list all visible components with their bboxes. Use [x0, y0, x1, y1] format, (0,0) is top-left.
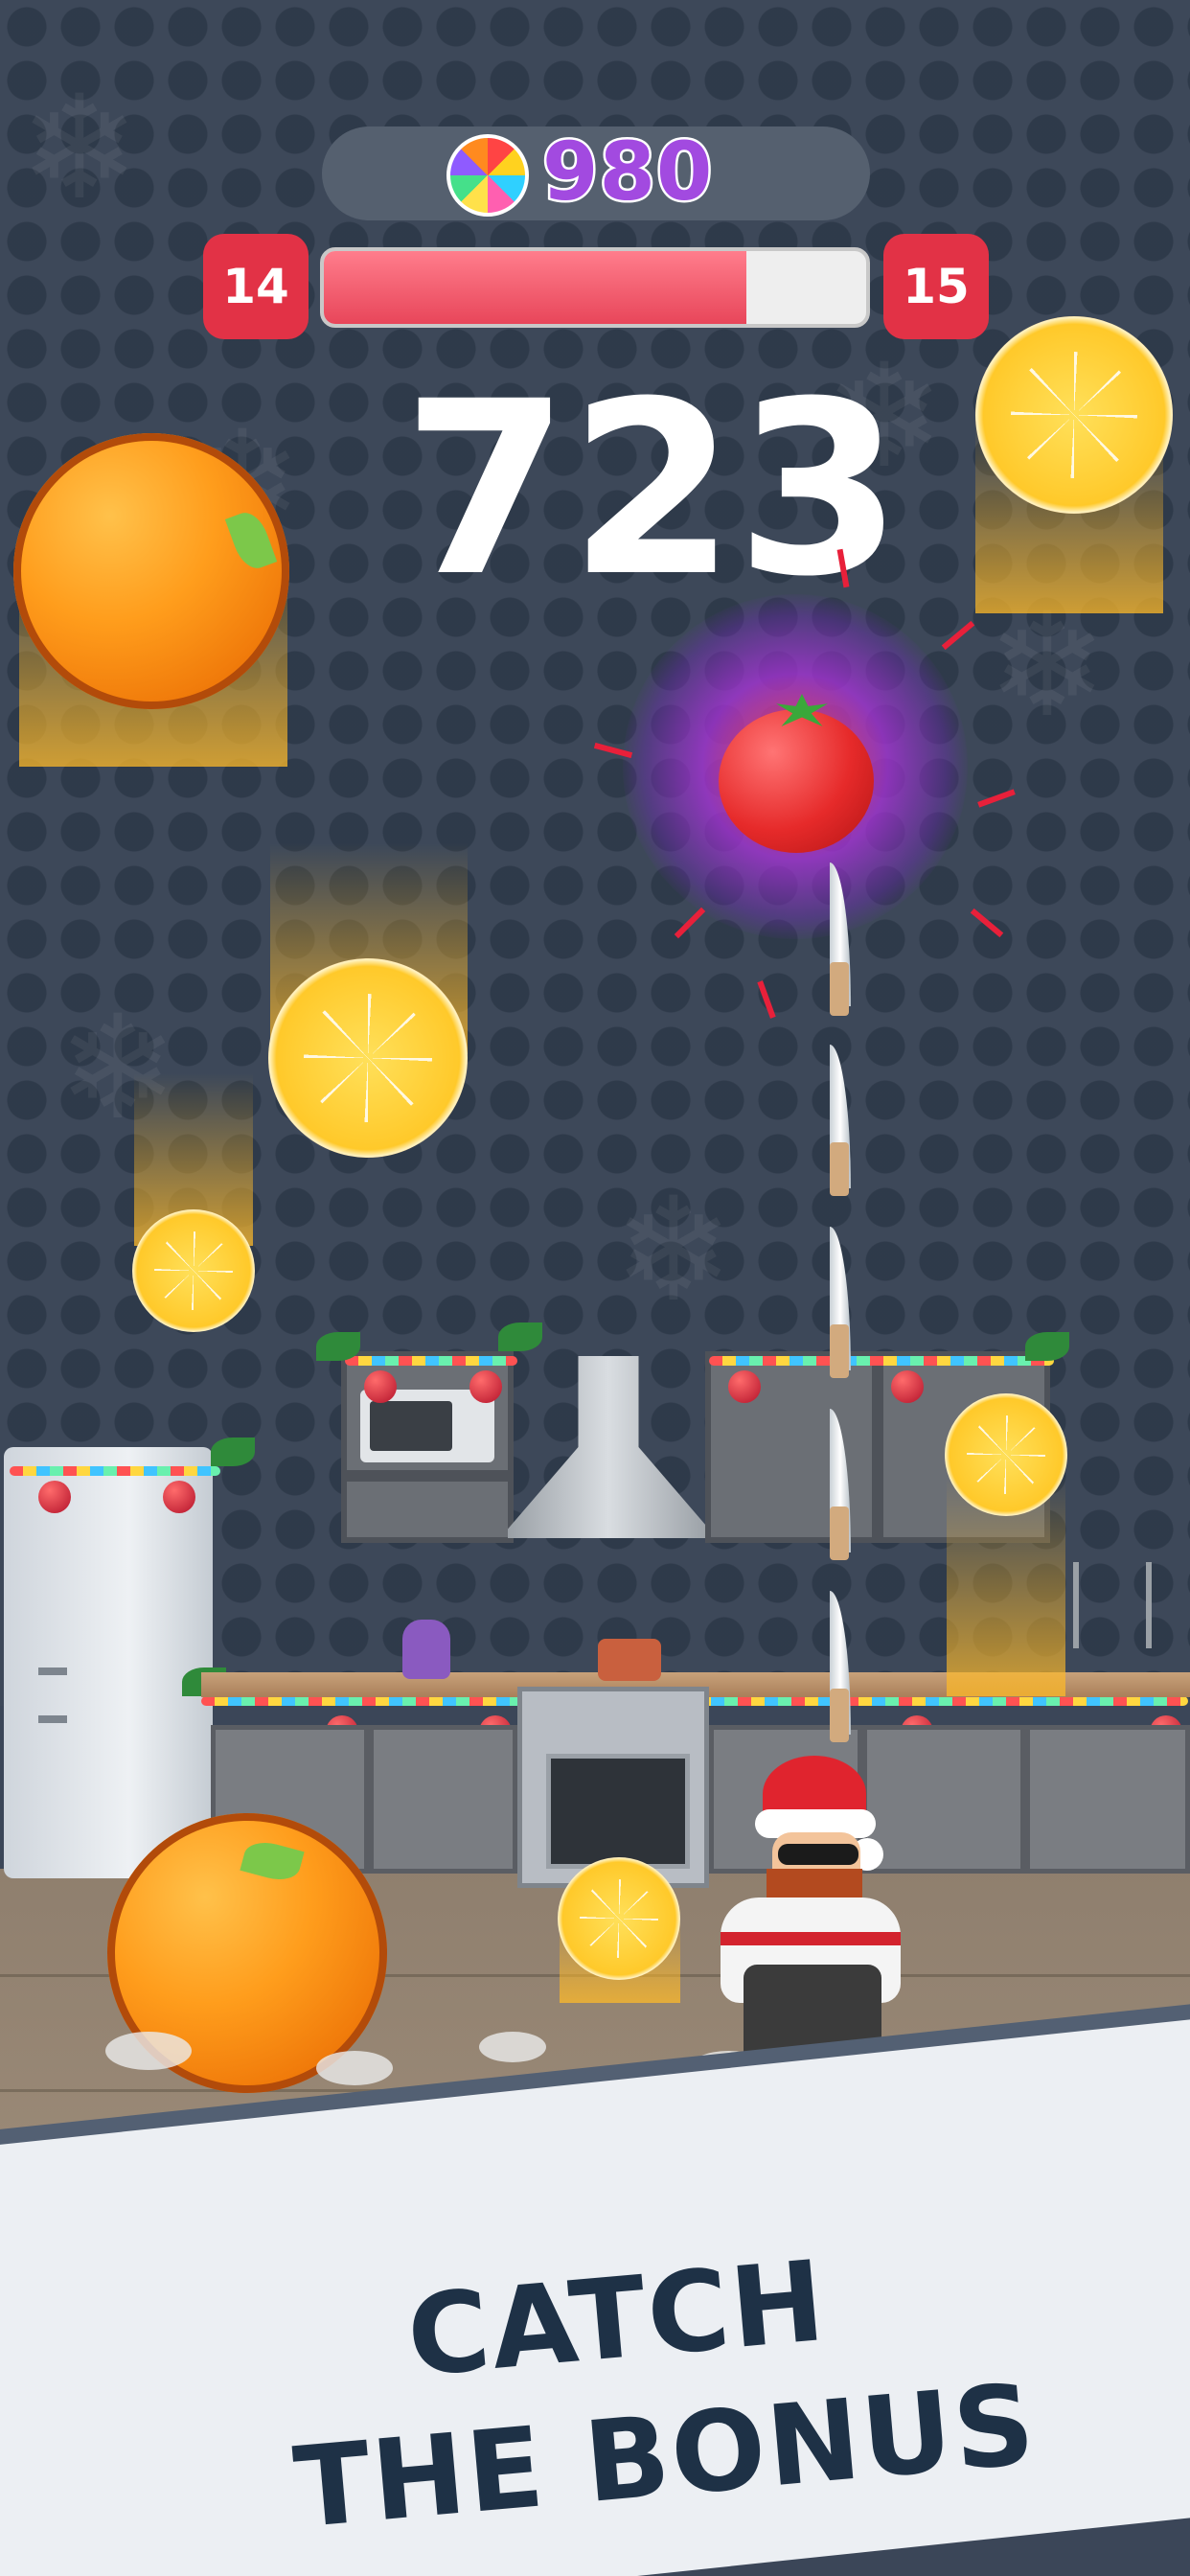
next-level-badge: 15: [883, 234, 989, 339]
ornament-ball: [469, 1370, 502, 1403]
ornament-ball: [728, 1370, 761, 1403]
cooking-pot: [598, 1639, 661, 1681]
base-cabinet: [1025, 1725, 1190, 1874]
ornament-ball: [163, 1481, 195, 1513]
holly-decoration: [316, 1332, 360, 1361]
game-screen[interactable]: ❄ ❄ ❄ ❄ ❄ ❄ 980 14 15: [0, 0, 1190, 2576]
sliced-orange[interactable]: [975, 316, 1173, 514]
level-progress-fill: [324, 251, 747, 324]
sliced-orange[interactable]: [268, 958, 468, 1158]
score-counter: 723: [402, 350, 903, 629]
holly-decoration: [211, 1438, 255, 1466]
kettle: [402, 1620, 450, 1679]
microwave-window: [370, 1401, 452, 1451]
candy-coin-icon: [446, 134, 529, 217]
christmas-lights: [10, 1466, 220, 1476]
utensil-rack: [1073, 1562, 1152, 1648]
snowflake-decoration: ❄: [613, 1167, 734, 1334]
wall-cabinet: [341, 1476, 514, 1543]
christmas-lights: [709, 1356, 1054, 1366]
thrown-knife-handle: [830, 962, 849, 1016]
thrown-knife-handle: [830, 1506, 849, 1560]
base-cabinet: [369, 1725, 517, 1874]
holly-decoration: [1025, 1332, 1069, 1361]
orange-slice[interactable]: [945, 1393, 1067, 1516]
fridge-handle: [38, 1668, 67, 1675]
christmas-lights: [345, 1356, 517, 1366]
holly-decoration: [498, 1322, 542, 1351]
shirt-stripe: [721, 1932, 901, 1945]
coin-count: 980: [539, 123, 714, 221]
bonus-tomato[interactable]: [719, 709, 874, 853]
snowflake-decoration: ❄: [987, 583, 1108, 749]
current-level-badge: 14: [203, 234, 309, 339]
oven-door: [546, 1754, 690, 1869]
thrown-knife-handle: [830, 1689, 849, 1742]
ornament-ball: [891, 1370, 924, 1403]
thrown-knife-handle: [830, 1324, 849, 1378]
flour-dust: [316, 2051, 393, 2085]
snowflake-decoration: ❄: [19, 65, 140, 232]
orange-slice[interactable]: [132, 1209, 255, 1332]
level-progress-bar: [320, 247, 870, 328]
base-cabinet: [862, 1725, 1025, 1874]
chef-sunglasses: [778, 1844, 858, 1865]
flour-dust: [479, 2032, 546, 2062]
flour-dust: [105, 2032, 192, 2070]
ornament-ball: [364, 1370, 397, 1403]
falling-orange[interactable]: [13, 433, 289, 709]
orange-slice[interactable]: [558, 1857, 680, 1980]
thrown-knife-handle: [830, 1142, 849, 1196]
ornament-ball: [38, 1481, 71, 1513]
fridge-handle: [38, 1715, 67, 1723]
